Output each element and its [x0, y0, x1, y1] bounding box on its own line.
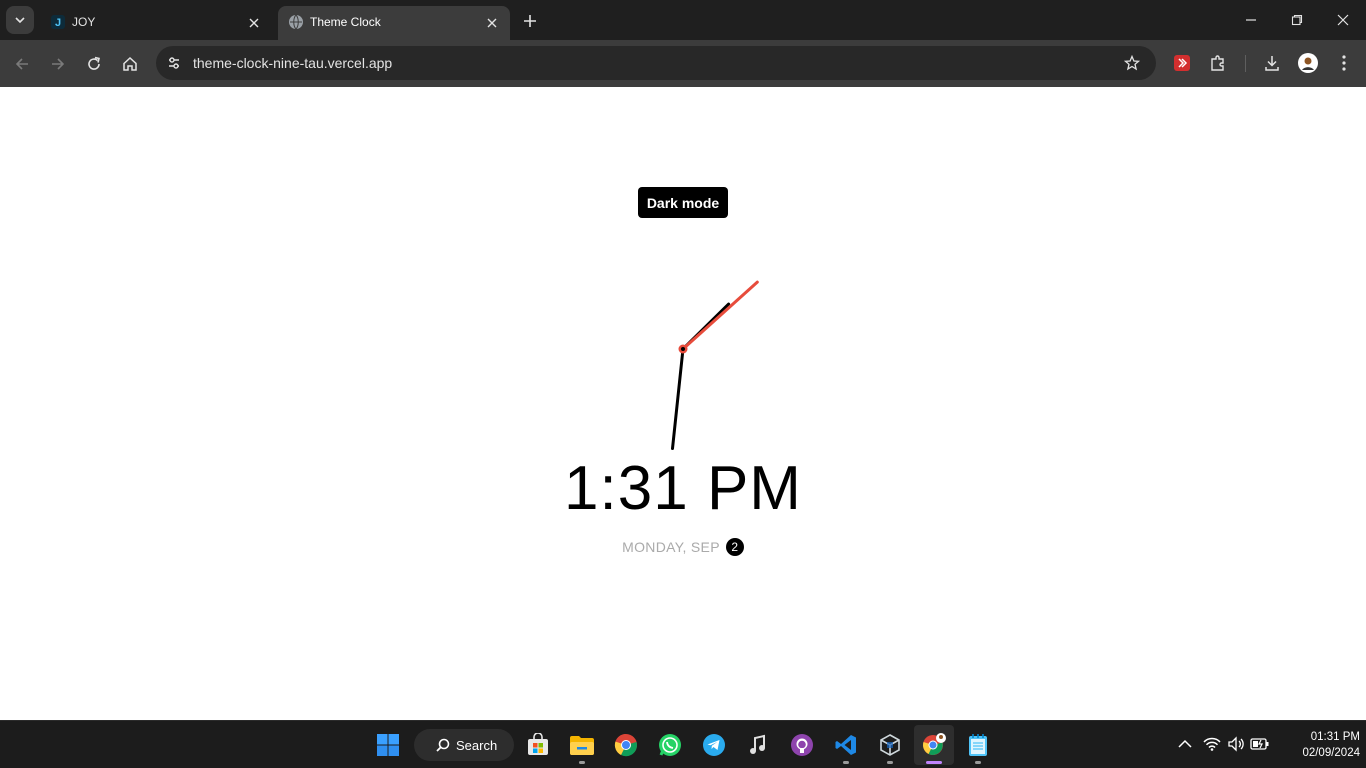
file-explorer-app[interactable]: [562, 725, 602, 765]
chrome-profile-app[interactable]: [914, 725, 954, 765]
download-icon[interactable]: [1260, 51, 1284, 75]
volume-icon[interactable]: [1226, 734, 1246, 754]
github-desktop-app[interactable]: [782, 725, 822, 765]
second-hand: [681, 280, 759, 351]
chrome-profile-icon: [923, 733, 946, 755]
new-tab-button[interactable]: [519, 10, 541, 32]
restore-icon: [1291, 14, 1303, 26]
music-app[interactable]: [738, 725, 778, 765]
clock-center-inner: [681, 347, 685, 351]
windows-logo-icon: [377, 734, 399, 756]
site-info-icon[interactable]: [164, 53, 184, 73]
notepad-icon: [969, 734, 987, 756]
chrome-icon: [614, 733, 637, 757]
date-display: MONDAY, SEP 2: [0, 538, 1366, 556]
github-icon: [791, 734, 813, 756]
analog-clock: [671, 280, 759, 450]
wifi-icon[interactable]: [1202, 734, 1222, 754]
active-indicator: [926, 761, 942, 764]
page-content: Dark mode 1:31 PM MONDAY, SEP 2: [0, 87, 1366, 720]
arrow-left-icon: [15, 58, 28, 70]
dark-mode-toggle-button[interactable]: Dark mode: [638, 187, 728, 218]
restore-button[interactable]: [1274, 0, 1320, 40]
plus-icon: [524, 15, 536, 27]
windows-taskbar: Search 01:31 PM 02/09/2024: [0, 720, 1366, 768]
folder-icon: [570, 736, 594, 755]
whatsapp-icon: [659, 734, 681, 756]
close-tab-icon[interactable]: [482, 13, 502, 33]
date-text: MONDAY, SEP: [622, 539, 720, 555]
taskbar-clock[interactable]: 01:31 PM 02/09/2024: [1276, 729, 1360, 761]
extension-red-icon[interactable]: [1170, 51, 1194, 75]
joy-favicon-icon: J: [50, 14, 66, 30]
date-day-badge: 2: [725, 538, 744, 556]
svg-text:J: J: [55, 17, 61, 29]
address-bar[interactable]: theme-clock-nine-tau.vercel.app: [156, 46, 1156, 80]
browser-tabstrip: J JOY Theme Clock: [0, 0, 1366, 40]
search-label: Search: [456, 737, 498, 753]
telegram-icon: [703, 734, 725, 756]
url-text: theme-clock-nine-tau.vercel.app: [193, 55, 393, 71]
browser-toolbar: theme-clock-nine-tau.vercel.app: [0, 40, 1366, 87]
start-button[interactable]: [368, 725, 408, 765]
show-hidden-icons-chevron-icon[interactable]: [1175, 734, 1195, 754]
running-indicator: [887, 761, 893, 764]
microsoft-store-app[interactable]: [518, 725, 558, 765]
tab-title: Theme Clock: [310, 15, 381, 29]
tab-title: JOY: [72, 15, 96, 29]
chrome-app[interactable]: [606, 725, 646, 765]
minimize-button[interactable]: [1228, 0, 1274, 40]
reload-button[interactable]: [80, 50, 108, 78]
close-tab-icon[interactable]: [244, 13, 264, 33]
battery-charging-icon[interactable]: [1250, 734, 1270, 754]
close-window-button[interactable]: [1320, 0, 1366, 40]
extensions-puzzle-icon[interactable]: [1206, 51, 1230, 75]
chevron-down-icon: [15, 17, 25, 24]
vscode-app[interactable]: [826, 725, 866, 765]
running-indicator: [579, 761, 585, 764]
store-icon: [528, 733, 548, 755]
forward-button[interactable]: [44, 50, 72, 78]
home-button[interactable]: [116, 50, 144, 78]
globe-icon: [288, 14, 304, 30]
menu-kebab-icon[interactable]: [1332, 51, 1356, 75]
whatsapp-app[interactable]: [650, 725, 690, 765]
reload-icon: [88, 56, 100, 70]
bookmark-star-icon[interactable]: [1122, 53, 1142, 73]
minute-hand: [671, 347, 685, 450]
tab-search-button[interactable]: [6, 6, 34, 34]
arrow-right-icon: [52, 58, 65, 70]
running-indicator: [975, 761, 981, 764]
search-icon: [436, 738, 450, 752]
home-icon: [123, 56, 137, 71]
tab-theme-clock[interactable]: Theme Clock: [278, 6, 510, 40]
taskbar-date: 02/09/2024: [1302, 747, 1360, 759]
cube-icon: [880, 734, 900, 756]
vscode-icon: [835, 735, 856, 755]
virtualbox-app[interactable]: [870, 725, 910, 765]
toolbar-divider: [1245, 55, 1246, 72]
taskbar-time: 01:31 PM: [1310, 731, 1360, 743]
notepad-app[interactable]: [958, 725, 998, 765]
close-icon: [1337, 14, 1349, 26]
running-indicator: [843, 761, 849, 764]
profile-avatar[interactable]: [1296, 51, 1320, 75]
tab-joy[interactable]: J JOY: [40, 6, 272, 40]
digital-time: 1:31 PM: [564, 454, 802, 523]
taskbar-search[interactable]: Search: [414, 729, 514, 761]
music-note-icon: [750, 734, 765, 754]
back-button[interactable]: [8, 50, 36, 78]
telegram-app[interactable]: [694, 725, 734, 765]
minimize-icon: [1246, 19, 1256, 21]
